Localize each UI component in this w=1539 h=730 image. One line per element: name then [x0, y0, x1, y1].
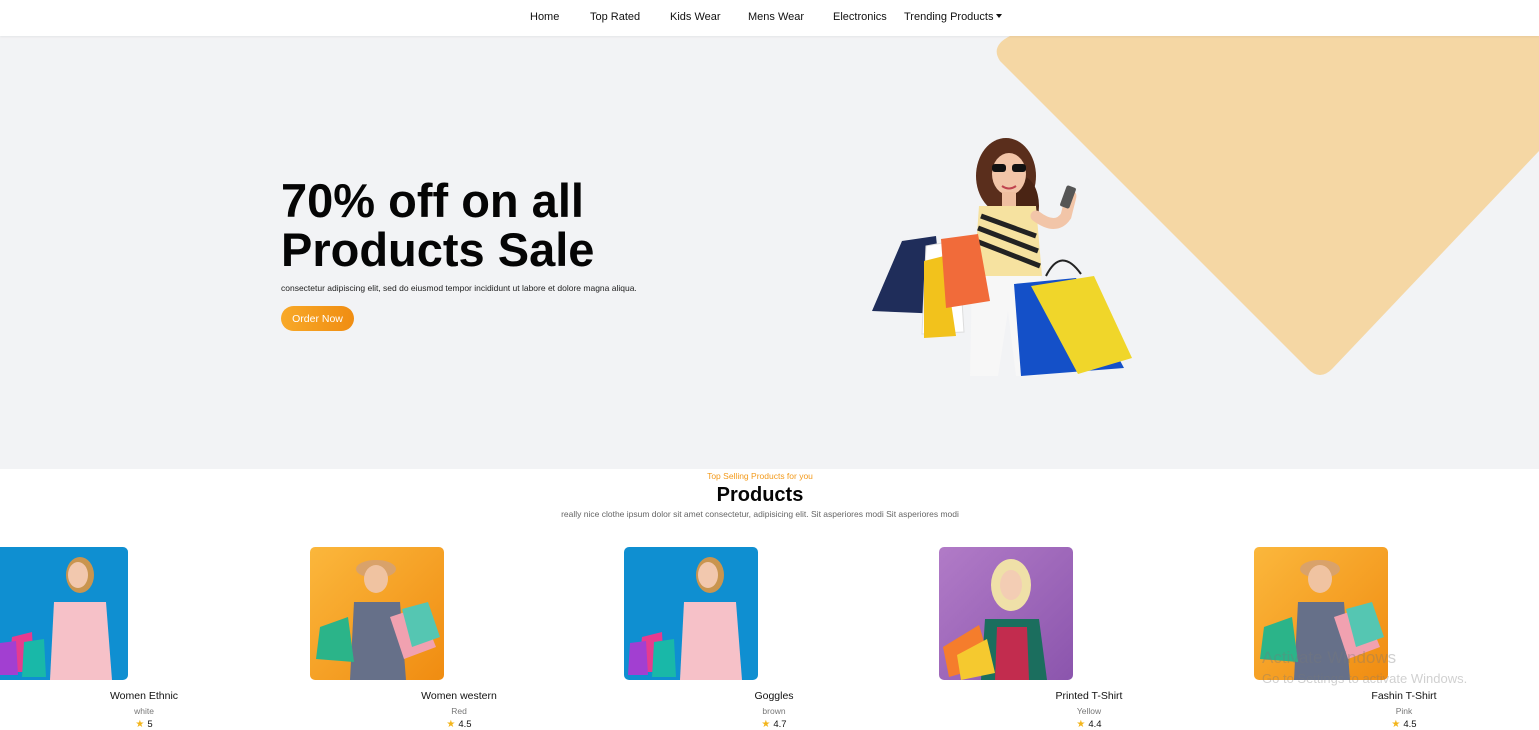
- product-rating-value: 4.5: [458, 719, 472, 730]
- product-rating-value: 4.5: [1403, 719, 1417, 730]
- product-color: white: [134, 706, 154, 716]
- star-icon: ★: [1391, 719, 1401, 730]
- nav-home-link[interactable]: Home: [530, 11, 559, 23]
- product-card[interactable]: Women Ethnic white ★ 5: [0, 547, 178, 730]
- product-rating-value: 5: [147, 719, 153, 730]
- product-card[interactable]: Goggles brown ★ 4.7: [624, 547, 804, 730]
- star-icon: ★: [446, 719, 456, 730]
- star-icon: ★: [1076, 719, 1086, 730]
- product-card[interactable]: Printed T-Shirt Yellow ★ 4.4: [939, 547, 1122, 730]
- product-color: brown: [762, 706, 786, 716]
- products-eyebrow: Top Selling Products for you: [707, 471, 813, 481]
- product-rating: ★ 4.7: [761, 719, 786, 730]
- nav-kids-wear-link[interactable]: Kids Wear: [670, 11, 721, 23]
- product-color: Red: [451, 706, 467, 716]
- product-color: Pink: [1395, 706, 1413, 716]
- nav-electronics-link[interactable]: Electronics: [833, 11, 887, 23]
- product-rating-value: 4.4: [1088, 719, 1102, 730]
- hero-banner: 70% off on all Products Sale consectetur…: [0, 36, 1539, 469]
- product-image: [310, 547, 444, 680]
- product-image: [1254, 547, 1388, 680]
- hero-decorative-shape: [996, 36, 1539, 375]
- product-rating: ★ 4.5: [446, 719, 471, 730]
- products-section-subtitle: really nice clothe ipsum dolor sit amet …: [561, 509, 959, 519]
- order-now-button[interactable]: Order Now: [281, 306, 354, 331]
- star-icon: ★: [761, 719, 771, 730]
- product-image: [939, 547, 1073, 680]
- product-color: Yellow: [1076, 706, 1102, 716]
- nav-trending-products-dropdown[interactable]: Trending Products: [904, 11, 1003, 23]
- product-name: Fashin T-Shirt: [1371, 690, 1437, 702]
- star-icon: ★: [135, 719, 145, 730]
- product-rating-value: 4.7: [773, 719, 787, 730]
- product-name: Printed T-Shirt: [1055, 690, 1123, 702]
- hero-title: 70% off on all Products Sale: [281, 174, 595, 276]
- top-navbar: Home Top Rated Kids Wear Mens Wear Elect…: [0, 0, 1539, 36]
- caret-down-icon: [996, 14, 1003, 18]
- products-section-title: Products: [716, 484, 804, 506]
- nav-top-rated-link[interactable]: Top Rated: [590, 11, 640, 23]
- hero-subtitle: consectetur adipiscing elit, sed do eius…: [281, 283, 637, 293]
- product-image: [0, 547, 128, 680]
- hero-model-image: [872, 138, 1132, 376]
- product-rating: ★ 4.4: [1076, 719, 1101, 730]
- nav-trending-label: Trending Products: [904, 11, 994, 23]
- nav-mens-wear-link[interactable]: Mens Wear: [748, 11, 804, 23]
- product-rating: ★ 5: [135, 719, 152, 730]
- product-name: Women western: [421, 690, 497, 702]
- product-image: [624, 547, 758, 680]
- product-rating: ★ 4.5: [1391, 719, 1416, 730]
- product-card[interactable]: Fashin T-Shirt Pink ★ 4.5: [1254, 547, 1437, 730]
- product-card[interactable]: Women western Red ★ 4.5: [310, 547, 497, 730]
- product-name: Goggles: [754, 690, 794, 702]
- product-name: Women Ethnic: [109, 690, 179, 702]
